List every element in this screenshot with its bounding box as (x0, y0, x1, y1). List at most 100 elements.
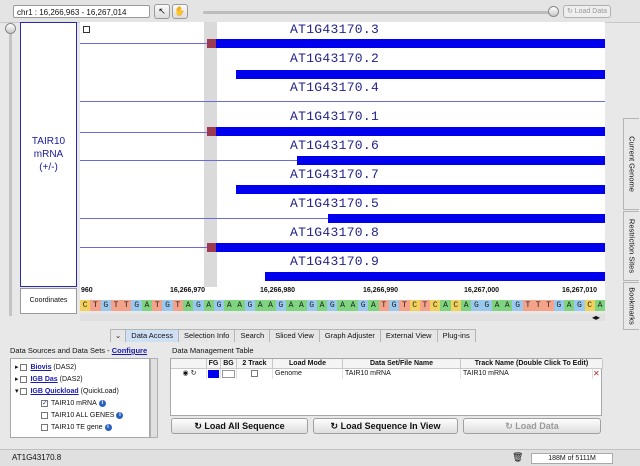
info-icon[interactable]: i (116, 411, 124, 419)
trash-icon[interactable]: 🗑 (512, 452, 523, 463)
refresh-icon[interactable]: ↻ (191, 370, 197, 377)
checkbox[interactable] (41, 423, 48, 431)
column-header-fg[interactable]: FG (207, 359, 221, 369)
eye-icon[interactable]: ◉ (183, 370, 189, 377)
load-sequence-in-view-button[interactable]: ↻ Load Sequence In View (313, 418, 458, 434)
sequence-base: T (543, 300, 554, 311)
table-row-icons: ◉ ↻ (171, 369, 207, 379)
transcript-feature[interactable] (328, 214, 605, 223)
collapse-track-icon[interactable] (83, 26, 90, 33)
tab-external-view[interactable]: External View (379, 329, 438, 342)
dataset-name: TAIR10 ALL GENES (51, 412, 115, 419)
bg-color-swatch[interactable] (221, 369, 237, 379)
utr-block[interactable] (207, 39, 216, 48)
dataset-item[interactable]: TAIR10 ALL GENES i (41, 411, 124, 421)
vertical-zoom-slider[interactable] (9, 26, 12, 316)
data-management-table[interactable]: FG BG 2 Track Load Mode Data Set/File Na… (170, 358, 603, 416)
utr-block[interactable] (207, 243, 216, 252)
tab-selection-info[interactable]: Selection Info (177, 329, 236, 342)
ruler-tick: 16,266,990 (363, 287, 399, 294)
horizontal-zoom-slider[interactable] (203, 11, 553, 14)
tree-item-biovis[interactable]: ▸ Biovis (DAS2) (15, 363, 76, 373)
hand-pan-icon[interactable]: ✋ (172, 4, 188, 19)
transcript-feature[interactable] (236, 185, 605, 194)
column-header-load-mode[interactable]: Load Mode (273, 359, 343, 369)
sequence-base: A (224, 300, 235, 311)
source-name[interactable]: Biovis (30, 364, 51, 371)
transcript-feature[interactable] (216, 127, 605, 136)
utr-block[interactable] (207, 127, 216, 136)
sequence-base: A (203, 300, 214, 311)
sequence-base: C (80, 300, 91, 311)
load-data-button[interactable]: ↻ Load Data (463, 418, 601, 434)
sequence-base: G (471, 300, 482, 311)
tab-strip: ⌄ Data Access Selection Info Search Slic… (110, 329, 476, 342)
tree-item-igb-das[interactable]: ▸ IGB Das (DAS2) (15, 375, 83, 385)
sequence-base: T (399, 300, 410, 311)
load-data-top-button[interactable]: ↻ Load Data (563, 5, 611, 18)
column-header-bg[interactable]: BG (221, 359, 237, 369)
tab-bookmarks[interactable]: Bookmarks (623, 282, 639, 330)
tab-plug-ins[interactable]: Plug-ins (436, 329, 476, 342)
column-header-dataset[interactable]: Data Set/File Name (343, 359, 461, 369)
source-name[interactable]: IGB Quickload (30, 388, 78, 395)
column-header-track-name[interactable]: Track Name (Double Click To Edit) (461, 359, 603, 369)
sequence-base: T (110, 300, 122, 311)
transcript-label: AT1G43170.5 (290, 196, 380, 211)
two-track-checkbox[interactable] (250, 369, 258, 377)
sequence-base: G (327, 300, 338, 311)
load-mode-cell[interactable]: Genome (273, 369, 343, 379)
transcript-label: AT1G43170.2 (290, 51, 380, 66)
tab-data-access[interactable]: Data Access (125, 329, 179, 342)
scroll-arrows-icon[interactable]: ◂▸ (592, 313, 600, 322)
dataset-item[interactable]: ✓ TAIR10 mRNA i (41, 399, 106, 409)
horizontal-scrollbar[interactable] (80, 314, 605, 321)
track-label-panel[interactable]: TAIR10 mRNA (+/-) (20, 22, 77, 287)
transcript-feature[interactable] (265, 272, 605, 281)
info-icon[interactable]: i (98, 399, 106, 407)
sequence-base: T (378, 300, 389, 311)
track-strand: (+/-) (39, 162, 58, 173)
ruler-tick: 16,266,970 (170, 287, 206, 294)
folder-icon (20, 375, 28, 383)
info-icon[interactable]: i (104, 423, 112, 431)
panel-toggle-icon[interactable]: ⌄ (110, 329, 127, 342)
horizontal-zoom-thumb[interactable] (548, 6, 559, 17)
delete-icon[interactable]: ✕ (593, 369, 600, 378)
location-field[interactable]: chr1 : 16,266,963 - 16,267,014 (13, 5, 150, 18)
sequence-base: T (90, 300, 101, 311)
checkbox-checked[interactable]: ✓ (41, 399, 48, 407)
track-name-cell[interactable]: TAIR10 mRNA (461, 369, 593, 379)
sequence-base: A (316, 300, 328, 311)
configure-link[interactable]: Configure (112, 346, 147, 355)
tab-sliced-view[interactable]: Sliced View (269, 329, 320, 342)
fg-color-swatch[interactable] (207, 369, 221, 379)
dataset-item[interactable]: TAIR10 TE gene i (41, 423, 112, 433)
genome-track-area[interactable]: AT1G43170.3 AT1G43170.2 AT1G43170.4 AT1G… (80, 22, 605, 288)
column-header-2track[interactable]: 2 Track (237, 359, 273, 369)
status-selection: AT1G43170.8 (12, 453, 62, 462)
tab-graph-adjuster[interactable]: Graph Adjuster (318, 329, 381, 342)
tree-item-igb-quickload[interactable]: ▾ IGB Quickload (QuickLoad) (15, 387, 119, 397)
sequence-base: A (491, 300, 503, 311)
source-name[interactable]: IGB Das (30, 376, 57, 383)
tab-search[interactable]: Search (234, 329, 271, 342)
select-arrow-icon[interactable]: ↖ (154, 4, 170, 19)
sequence-base: C (584, 300, 595, 311)
tab-restriction-sites[interactable]: Restriction Sites (623, 211, 639, 281)
transcript-feature[interactable] (297, 156, 605, 165)
data-sources-scrollbar[interactable] (150, 358, 158, 438)
source-type: (DAS2) (51, 364, 77, 371)
vertical-zoom-thumb[interactable] (5, 23, 16, 34)
checkbox[interactable] (41, 411, 48, 419)
transcript-feature[interactable] (236, 70, 605, 79)
ruler-tick: 16,267,010 (562, 287, 598, 294)
sequence-base: A (594, 300, 606, 311)
source-type: (QuickLoad) (78, 388, 119, 395)
transcript-feature[interactable] (216, 243, 605, 252)
tab-current-genome[interactable]: Current Genome (623, 118, 639, 210)
data-sources-tree[interactable]: ▸ Biovis (DAS2) ▸ IGB Das (DAS2) ▾ IGB Q… (10, 358, 150, 438)
toolbar: chr1 : 16,266,963 - 16,267,014 ↖ ✋ ↻ Loa… (0, 0, 640, 23)
load-all-sequence-button[interactable]: ↻ Load All Sequence (171, 418, 308, 434)
track-separator (80, 101, 605, 102)
